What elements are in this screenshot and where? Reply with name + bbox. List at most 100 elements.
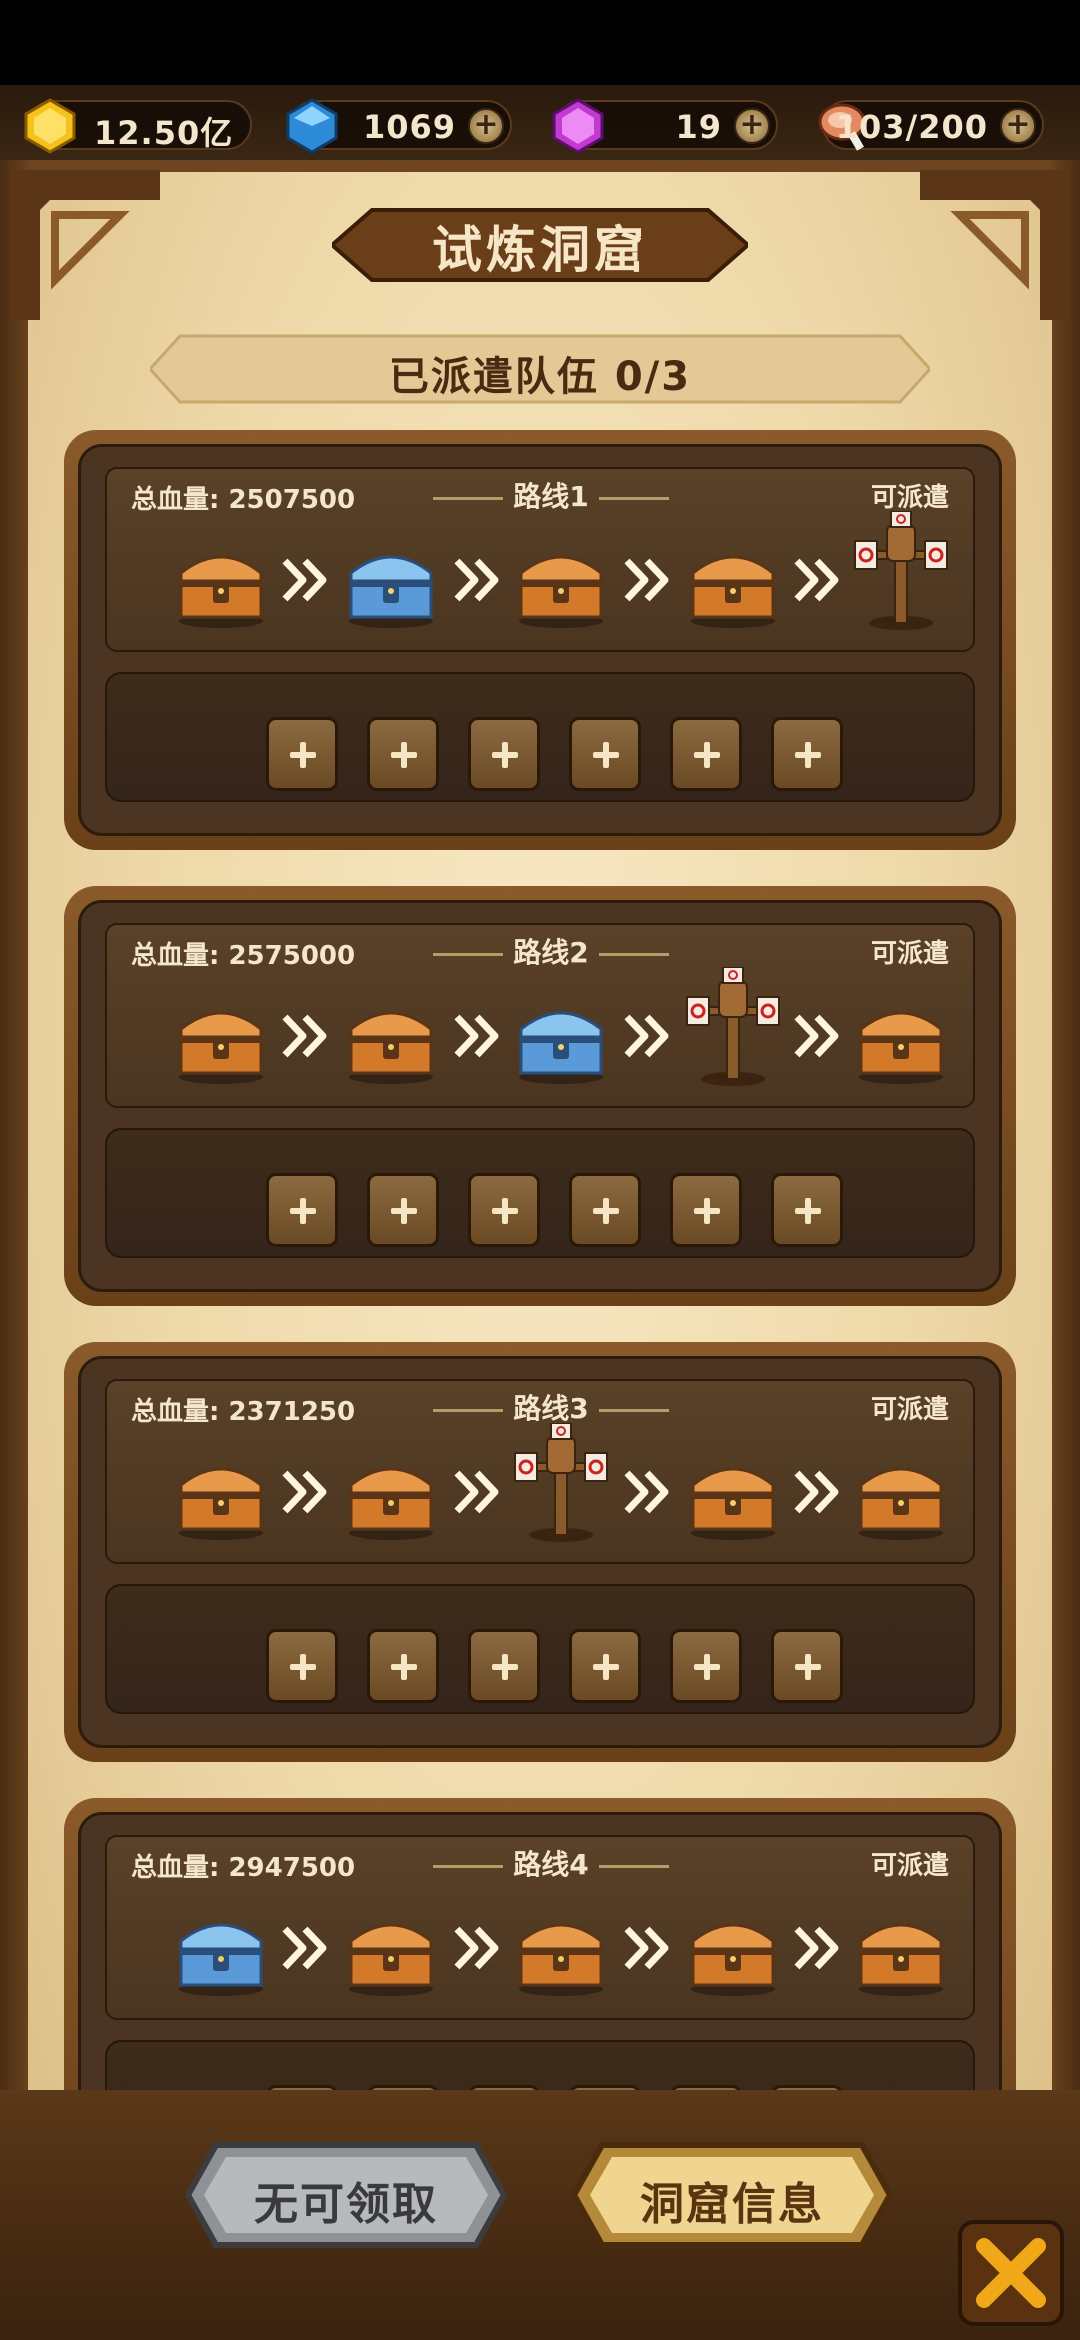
orange-chest-icon[interactable] <box>171 531 271 631</box>
cave-info-button-label: 洞窟信息 <box>640 2179 824 2230</box>
bottom-bar <box>0 2090 1080 2340</box>
gold-counter: 12.50亿 <box>24 98 252 154</box>
route-card-inner: 总血量: 2507500 路线1 可派遣 <box>78 444 1002 836</box>
add-hero-slot[interactable] <box>468 1173 540 1247</box>
blue-chest-icon[interactable] <box>171 1899 271 1999</box>
orange-chest-icon[interactable] <box>341 987 441 1087</box>
orange-chest-icon[interactable] <box>511 1899 611 1999</box>
add-diamond-button[interactable]: + <box>468 108 504 144</box>
corner-ornament-icon <box>920 170 1070 320</box>
add-stamina-button[interactable]: + <box>1000 108 1036 144</box>
close-button[interactable] <box>956 2218 1066 2328</box>
route-name: 路线4 <box>513 1848 589 1881</box>
add-hero-slot[interactable] <box>771 1629 843 1703</box>
route-title: 路线2 <box>421 931 681 971</box>
double-arrow-icon <box>793 555 843 605</box>
double-arrow-icon <box>453 555 503 605</box>
target-dummy-icon[interactable] <box>851 510 951 630</box>
add-hero-slot[interactable] <box>670 717 742 791</box>
route-total-hp: 总血量: 2575000 <box>131 941 356 971</box>
route-card-inner: 总血量: 2371250 路线3 可派遣 <box>78 1356 1002 1748</box>
purple-crystal-icon <box>552 98 604 154</box>
add-crystal-button[interactable]: + <box>734 108 770 144</box>
double-arrow-icon <box>793 1923 843 1973</box>
orange-chest-icon[interactable] <box>341 1443 441 1543</box>
add-hero-slot[interactable] <box>266 1629 338 1703</box>
gold-gem-icon <box>24 98 76 154</box>
title-decoration-left <box>433 1408 504 1412</box>
dispatched-teams-count: 已派遣队伍 0/3 <box>388 354 692 400</box>
route-dispatch-status: 可派遣 <box>870 1395 949 1425</box>
route-stages <box>171 966 971 1107</box>
add-hero-slot[interactable] <box>367 1629 439 1703</box>
stamina-counter: 103/200 + <box>818 100 1044 151</box>
add-hero-slot[interactable] <box>670 1629 742 1703</box>
add-hero-slot[interactable] <box>771 717 843 791</box>
route-dispatch-status: 可派遣 <box>870 1851 949 1881</box>
route-dispatch-status: 可派遣 <box>870 939 949 969</box>
route-card: 总血量: 2507500 路线1 可派遣 <box>64 430 1016 850</box>
title-decoration-left <box>433 496 504 500</box>
add-hero-slot[interactable] <box>468 717 540 791</box>
route-stages <box>171 510 971 651</box>
diamond-counter: 1069 + <box>286 98 512 154</box>
target-dummy-icon[interactable] <box>683 966 783 1086</box>
add-hero-slot[interactable] <box>367 1173 439 1247</box>
add-hero-slot[interactable] <box>468 1629 540 1703</box>
double-arrow-icon <box>793 1467 843 1517</box>
route-title: 路线3 <box>421 1387 681 1427</box>
crystal-counter: 19 + <box>552 98 778 154</box>
page-title: 试炼洞窟 <box>432 221 648 279</box>
double-arrow-icon <box>281 1923 331 1973</box>
orange-chest-icon[interactable] <box>171 987 271 1087</box>
resource-bar: 12.50亿 1069 + 19 + 103/200 + <box>0 0 1080 160</box>
team-slots <box>266 1629 866 1709</box>
team-slots <box>266 1173 866 1253</box>
team-slots <box>266 717 866 797</box>
add-hero-slot[interactable] <box>771 1173 843 1247</box>
orange-chest-icon[interactable] <box>851 1443 951 1543</box>
orange-chest-icon[interactable] <box>341 1899 441 1999</box>
orange-chest-icon[interactable] <box>851 987 951 1087</box>
title-decoration-right <box>598 1408 669 1412</box>
route-total-hp: 总血量: 2947500 <box>131 1853 356 1883</box>
double-arrow-icon <box>623 1011 673 1061</box>
double-arrow-icon <box>281 555 331 605</box>
double-arrow-icon <box>623 1923 673 1973</box>
double-arrow-icon <box>453 1467 503 1517</box>
add-hero-slot[interactable] <box>367 717 439 791</box>
add-hero-slot[interactable] <box>670 1173 742 1247</box>
route-total-hp: 总血量: 2507500 <box>131 485 356 515</box>
add-hero-slot[interactable] <box>569 1173 641 1247</box>
stamina-value: 103/200 <box>835 108 988 146</box>
orange-chest-icon[interactable] <box>851 1899 951 1999</box>
double-arrow-icon <box>623 555 673 605</box>
add-hero-slot[interactable] <box>569 1629 641 1703</box>
orange-chest-icon[interactable] <box>683 1443 783 1543</box>
route-name: 路线3 <box>513 1392 589 1425</box>
title-decoration-right <box>598 1864 669 1868</box>
orange-chest-icon[interactable] <box>171 1443 271 1543</box>
title-decoration-right <box>598 496 669 500</box>
double-arrow-icon <box>793 1011 843 1061</box>
orange-chest-icon[interactable] <box>683 1899 783 1999</box>
add-hero-slot[interactable] <box>266 717 338 791</box>
diamond-value: 1069 <box>362 108 456 146</box>
orange-chest-icon[interactable] <box>683 531 783 631</box>
claim-button-label: 无可领取 <box>254 2179 438 2230</box>
route-dispatch-status: 可派遣 <box>870 483 949 513</box>
orange-chest-icon[interactable] <box>511 531 611 631</box>
target-dummy-icon[interactable] <box>511 1422 611 1542</box>
route-stages <box>171 1889 971 2019</box>
gold-value: 12.50亿 <box>94 114 234 152</box>
title-decoration-left <box>433 1864 504 1868</box>
route-stages <box>171 1422 971 1563</box>
add-hero-slot[interactable] <box>266 1173 338 1247</box>
route-name: 路线1 <box>513 480 589 513</box>
add-hero-slot[interactable] <box>569 717 641 791</box>
blue-chest-icon[interactable] <box>341 531 441 631</box>
corner-ornament-icon <box>10 170 160 320</box>
blue-chest-icon[interactable] <box>511 987 611 1087</box>
crystal-value: 19 <box>675 108 722 146</box>
route-card: 总血量: 2371250 路线3 可派遣 <box>64 1342 1016 1762</box>
